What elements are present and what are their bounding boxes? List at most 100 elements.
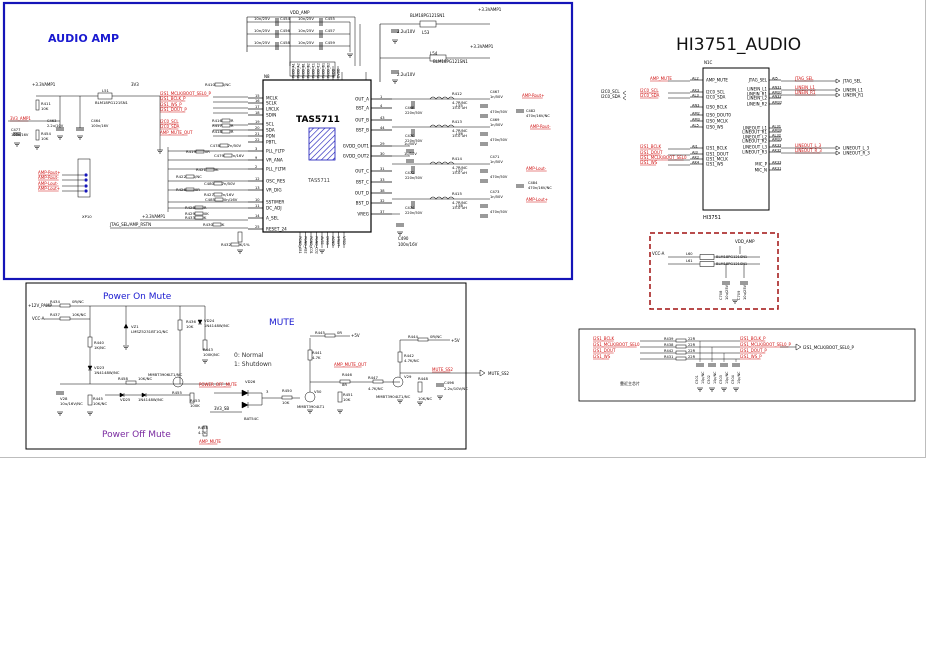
pin-number: 43 [380,116,385,120]
resistor-icon [185,187,195,192]
hi3751-net: LINEOUT_R_3 [795,148,822,153]
pin-label: LINEIN_R2 [747,102,768,107]
pin-number: 22 [255,138,260,142]
pin-number: 32 [380,199,385,203]
cap-value: 220n/50V [405,111,423,115]
pin-number: 29 [380,142,385,146]
inductor-icon [429,161,455,165]
part-ref: R415 [452,191,462,196]
ball-number: AJ3 [692,151,698,155]
cap-value: 10n/25V [254,16,270,21]
ball-number: AK3 [692,89,699,93]
offpage-label: JTAG_SEL [842,79,862,84]
resistor-icon [213,181,223,186]
bead-icon [699,254,715,260]
cap-value: 2.2u/10V/NC [444,386,468,391]
pin-label: RESET_24 [266,227,287,232]
part-ref: R431 [664,355,673,359]
cap-value: 470n/50V [490,175,508,179]
connector-net: AMP-Lout+ [38,186,60,191]
resistor-icon [59,303,71,308]
ball-number: AM2 [692,112,700,116]
cap-value: 1n/50V [490,95,503,99]
cap-value: 100n/16V [11,133,29,137]
capacitor-icon [480,214,488,218]
note-label: 靠近主芯片 [620,380,640,386]
part-ref: VD26 [245,379,256,384]
inductor-icon [429,96,455,100]
ground-icon [392,79,398,84]
i2s-right-net: I2S1_DOUT_P [740,348,767,353]
ground-icon [397,399,403,404]
power-off-mute-title: Power Off Mute [102,430,171,440]
tas5711-under-label: TAS5711 [307,178,330,184]
cap-value: 10u/25V [725,284,729,300]
vdd-amp-label: VDD_AMP [290,10,310,15]
capacitor-icon [76,127,84,131]
part-value: 10K [282,400,290,405]
power-on-mute-circuit: +12V_PAMPVCC-AR434 0R/NCR437 10K/NCR4401K/… [28,299,263,445]
output-net: AMP-Rout- [530,124,551,129]
mute-title: MUTE [269,318,295,328]
cap-value: 10p/NC [713,371,717,384]
cap-value: 220n/50V [405,176,423,180]
part-ref: C480 [204,181,214,186]
pin-label: SCL [266,122,275,127]
pin-label: PGND_AB2 [304,236,308,253]
cap-value: 10n/25V [254,28,270,33]
connector-pin-icon [84,189,88,193]
pin-label: BST_D [356,201,369,206]
cap-ref: C467 [490,90,499,94]
vreg-cap-value: 100n/16V [398,242,418,247]
hi3751-ref: N1C [704,60,713,65]
offpage-label: LINEOUT_R_3 [843,151,870,156]
ground-icon [237,249,243,254]
cap-value: 10n/25V [254,40,270,45]
ball-number: AK33 [772,161,781,165]
part-value: 15.0 uH [452,170,467,175]
pin-number: 31 [380,167,385,171]
part-value: 1K/NC [94,345,106,350]
capacitor-icon [480,114,488,118]
ground-icon [397,231,403,236]
ball-number: AM33 [772,138,782,142]
part-value: 10K [343,397,351,402]
cap-ref: C503 [719,375,723,384]
part-ref: R446 [342,372,352,377]
ground-icon [319,249,325,254]
pin-number: 17 [255,105,260,109]
hi3751-net: I2S1_WS [640,160,658,165]
pin-label: STEST [337,236,341,246]
pin-label: MIC_P [755,162,767,167]
part-ref: R438 [664,343,674,347]
offpage-arrow-icon [835,78,841,84]
vdd-amp-dashed-frame [649,232,779,310]
connector-net: AMP-Rout- [38,175,59,180]
pin-label: OUT_A [355,97,369,102]
vdd-amp-net: VDD_AMP [735,239,755,244]
offpage-arrow-icon [835,145,841,151]
cap-value: 470n/50V [490,110,508,114]
resistor-icon [372,379,384,384]
ground-icon [337,409,343,414]
pin-label: LINEIN_L2 [747,96,767,101]
capacitor-icon [480,169,488,173]
hi3751-net: I2C0_SDA [640,93,660,98]
pin-label: DVDD [336,68,340,78]
pin-number: 13 [255,186,260,190]
part-ref: R439 [664,337,674,341]
part-ref: R417 [212,123,222,128]
part-value: 22R [688,355,696,359]
amp-left-nets: I2S1_MCLK/BOOT_SEL0_PI2S1_BCLK_PI2S1_WS_… [160,91,248,137]
resistor-icon [237,231,243,243]
capacitor-icon [516,109,524,113]
i2s-left-net: I2S1_BCLK [593,336,615,341]
i2s-series-resistors: I2S1_BCLK R439 22R I2S1_BCLK_PC501 10p/NCI2S… [593,336,855,392]
cap-ref: C474 [405,206,415,210]
part-ref: R422 [176,174,186,179]
connector-pin-icon [84,178,88,182]
supply-net: +3.3VAMP1 [32,82,56,87]
ground-icon [57,135,63,140]
cap-ref: C473 [490,190,499,194]
part-value: 10K [41,136,49,141]
